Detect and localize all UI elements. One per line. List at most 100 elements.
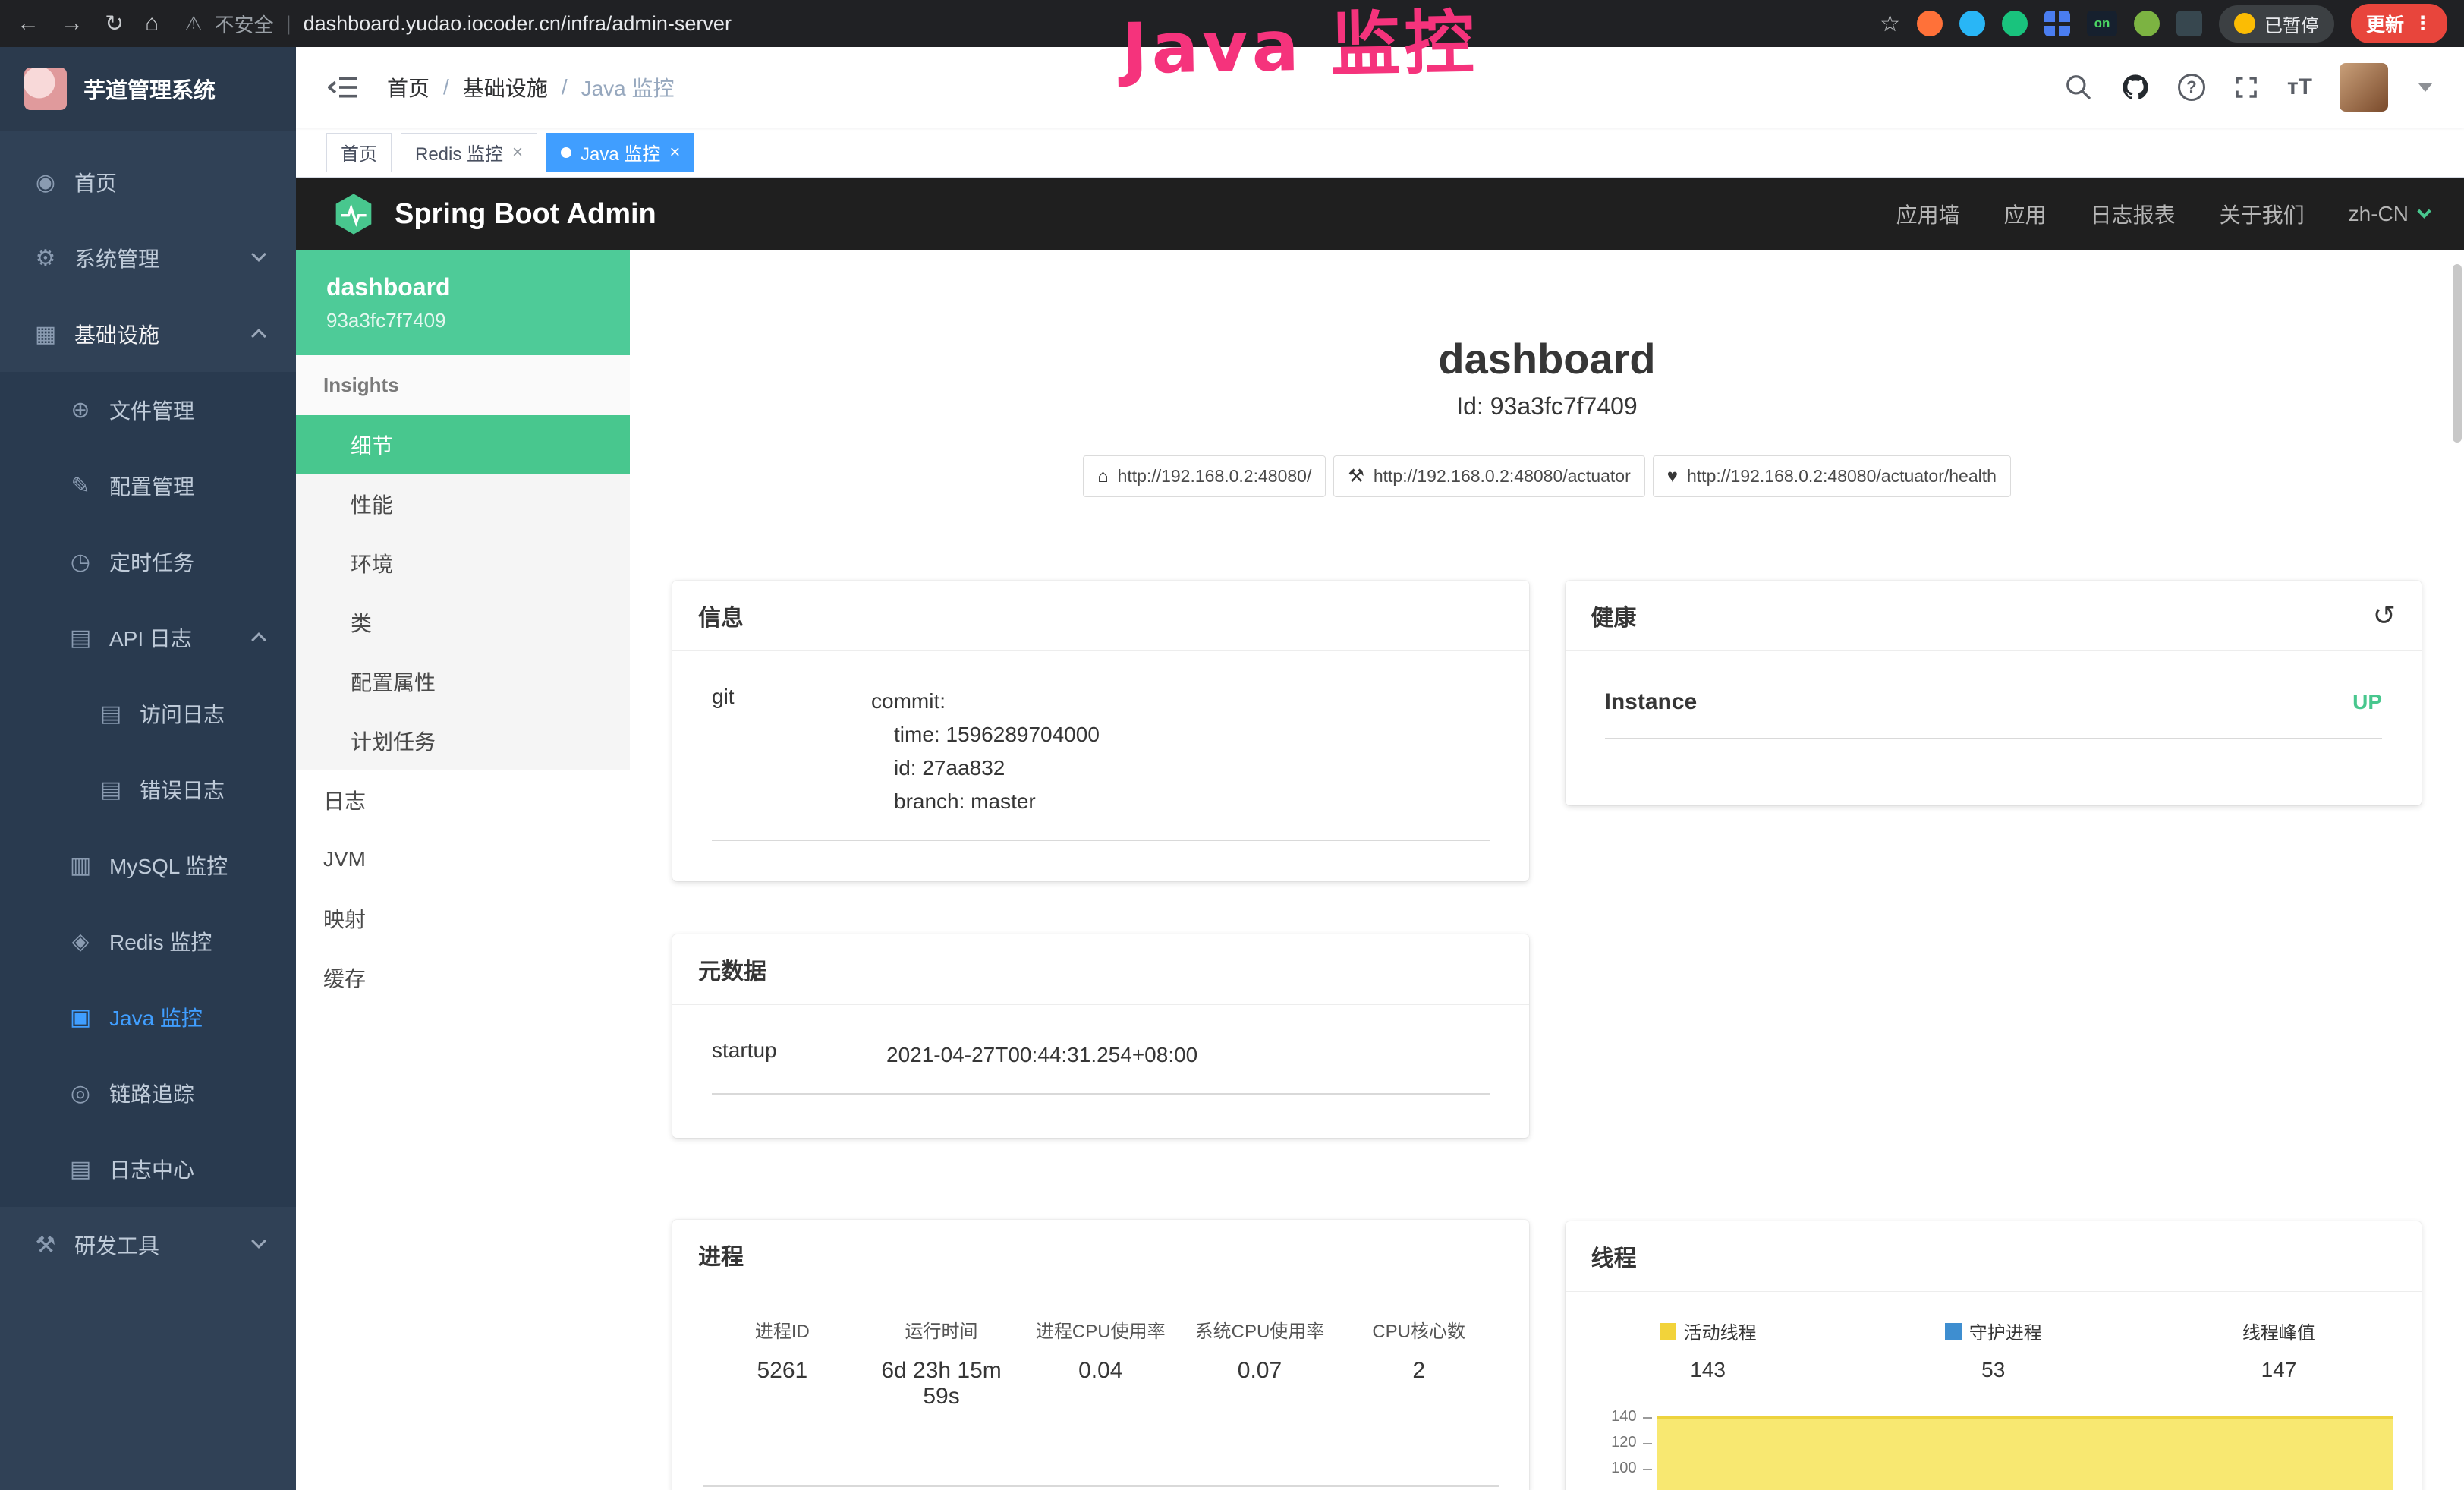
url-divider: | bbox=[286, 12, 291, 36]
fullscreen-icon[interactable] bbox=[2233, 74, 2260, 101]
health-url-link[interactable]: ♥ http://192.168.0.2:48080/actuator/heal… bbox=[1653, 455, 2011, 497]
close-icon[interactable]: × bbox=[669, 142, 680, 163]
history-icon[interactable]: ↺ bbox=[2373, 600, 2396, 632]
app-logo-avatar bbox=[24, 68, 67, 110]
legend-label: 线程峰值 bbox=[2242, 1318, 2315, 1344]
info-line: commit: bbox=[871, 685, 1100, 718]
sidebar-item-infrastructure[interactable]: ▦ 基础设施 bbox=[0, 296, 296, 372]
sba-item-details[interactable]: 细节 bbox=[296, 415, 630, 474]
sidebar-item-home[interactable]: ◉ 首页 bbox=[0, 144, 296, 220]
sba-item-config-props[interactable]: 配置属性 bbox=[296, 652, 630, 711]
sidebar-item-label: API 日志 bbox=[109, 622, 192, 653]
home-icon[interactable]: ⌂ bbox=[145, 11, 159, 36]
legend-live-threads: 活动线程 143 bbox=[1566, 1318, 1851, 1382]
locale-select[interactable]: zh-CN bbox=[2349, 202, 2429, 226]
threads-legend: 活动线程 143 守护进程 bbox=[1566, 1318, 2422, 1382]
tab-redis-monitor[interactable]: Redis 监控 × bbox=[401, 133, 537, 172]
sba-brand[interactable]: Spring Boot Admin bbox=[395, 198, 656, 231]
tools-icon: ⚒ bbox=[30, 1232, 61, 1258]
sidebar-item-log-center[interactable]: ▤ 日志中心 bbox=[0, 1131, 296, 1207]
smiley-icon bbox=[2234, 13, 2255, 34]
sidebar-item-java-monitor[interactable]: ▣ Java 监控 bbox=[0, 979, 296, 1055]
info-line: time: 1596289704000 bbox=[871, 718, 1100, 751]
back-icon[interactable]: ← bbox=[17, 11, 39, 36]
extension-icon-on-badge[interactable]: on bbox=[2087, 11, 2117, 36]
extension-icon-dark[interactable] bbox=[2176, 11, 2202, 36]
sidebar-item-api-logs[interactable]: ▤ API 日志 bbox=[0, 600, 296, 676]
sba-item-caches[interactable]: 缓存 bbox=[296, 948, 630, 1007]
instance-links: ⌂ http://192.168.0.2:48080/ ⚒ http://192… bbox=[672, 455, 2422, 497]
sidebar-item-dev-tools[interactable]: ⚒ 研发工具 bbox=[0, 1207, 296, 1283]
address-bar[interactable]: ⚠ 不安全 | dashboard.yudao.iocoder.cn/infra… bbox=[184, 10, 732, 38]
sidebar-item-label: 文件管理 bbox=[109, 395, 194, 425]
infrastructure-icon: ▦ bbox=[30, 321, 61, 348]
legend-value: 53 bbox=[1981, 1358, 2005, 1382]
link-url: http://192.168.0.2:48080/ bbox=[1118, 466, 1312, 487]
reload-icon[interactable]: ↻ bbox=[105, 11, 124, 37]
sba-item-jvm[interactable]: JVM bbox=[296, 830, 630, 889]
browser-menu-icon[interactable]: ⋮ bbox=[2413, 12, 2432, 35]
sba-nav-journal[interactable]: 日志报表 bbox=[2091, 199, 2176, 229]
sba-item-mappings[interactable]: 映射 bbox=[296, 889, 630, 948]
update-label: 更新 bbox=[2366, 10, 2404, 37]
avatar-caret-icon[interactable] bbox=[2418, 83, 2432, 92]
sba-item-logs[interactable]: 日志 bbox=[296, 770, 630, 830]
info-line: id: 27aa832 bbox=[871, 751, 1100, 785]
card-title: 进程 bbox=[698, 1238, 744, 1271]
sba-item-scheduled-tasks[interactable]: 计划任务 bbox=[296, 711, 630, 770]
info-card-body: git commit: time: 1596289704000 id: 27aa… bbox=[712, 651, 1490, 841]
tab-java-monitor[interactable]: Java 监控 × bbox=[546, 133, 694, 172]
extension-icon-orange[interactable] bbox=[1917, 11, 1943, 36]
sba-item-label: 日志 bbox=[323, 785, 366, 815]
sidebar-item-file-management[interactable]: ⊕ 文件管理 bbox=[0, 372, 296, 448]
avatar[interactable] bbox=[2340, 63, 2388, 112]
instance-url-link[interactable]: ⌂ http://192.168.0.2:48080/ bbox=[1083, 455, 1326, 497]
gear-icon: ⚙ bbox=[30, 245, 61, 272]
sidebar-item-access-logs[interactable]: ▤ 访问日志 bbox=[0, 676, 296, 751]
hamburger-icon[interactable] bbox=[328, 74, 358, 100]
metadata-key: startup bbox=[712, 1038, 886, 1072]
instance-header[interactable]: dashboard 93a3fc7f7409 bbox=[296, 250, 630, 355]
tab-home[interactable]: 首页 bbox=[326, 133, 392, 172]
sba-nav-applications[interactable]: 应用 bbox=[2004, 199, 2047, 229]
sidebar-item-link-tracing[interactable]: ◎ 链路追踪 bbox=[0, 1055, 296, 1131]
update-button[interactable]: 更新 ⋮ bbox=[2351, 4, 2447, 43]
extension-icon-grid[interactable] bbox=[2044, 11, 2070, 36]
help-icon[interactable]: ? bbox=[2178, 74, 2205, 101]
database-icon: ▥ bbox=[65, 852, 96, 879]
sidebar-item-scheduled-tasks[interactable]: ◷ 定时任务 bbox=[0, 524, 296, 600]
sidebar-item-config-management[interactable]: ✎ 配置管理 bbox=[0, 448, 296, 524]
font-size-icon[interactable]: тT bbox=[2287, 74, 2312, 100]
sba-item-metrics[interactable]: 性能 bbox=[296, 474, 630, 534]
paused-badge[interactable]: 已暂停 bbox=[2219, 5, 2334, 43]
sba-nav-about[interactable]: 关于我们 bbox=[2220, 199, 2305, 229]
extension-icon-drop[interactable] bbox=[1959, 11, 1985, 36]
sba-item-environment[interactable]: 环境 bbox=[296, 534, 630, 593]
sba-nav-wallboard[interactable]: 应用墙 bbox=[1896, 199, 1960, 229]
extension-icon-leaf[interactable] bbox=[2134, 11, 2160, 36]
breadcrumb-home[interactable]: 首页 bbox=[387, 72, 430, 102]
navbar-actions: ? тT bbox=[2064, 63, 2432, 112]
actuator-url-link[interactable]: ⚒ http://192.168.0.2:48080/actuator bbox=[1333, 455, 1644, 497]
chevron-down-icon bbox=[251, 247, 266, 262]
bookmark-star-icon[interactable]: ☆ bbox=[1880, 11, 1900, 37]
sidebar-item-error-logs[interactable]: ▤ 错误日志 bbox=[0, 751, 296, 827]
sidebar-item-redis-monitor[interactable]: ◈ Redis 监控 bbox=[0, 903, 296, 979]
sidebar-item-mysql-monitor[interactable]: ▥ MySQL 监控 bbox=[0, 827, 296, 903]
card-title: 元数据 bbox=[698, 953, 766, 986]
search-icon[interactable] bbox=[2064, 73, 2093, 102]
sba-item-classes[interactable]: 类 bbox=[296, 593, 630, 652]
forward-icon[interactable]: → bbox=[61, 11, 83, 36]
live-threads-area bbox=[1657, 1416, 2393, 1490]
sidebar-item-system-management[interactable]: ⚙ 系统管理 bbox=[0, 220, 296, 296]
scrollbar[interactable] bbox=[2453, 264, 2462, 443]
instance-id: 93a3fc7f7409 bbox=[326, 309, 599, 332]
spring-boot-admin: Spring Boot Admin 应用墙 应用 日志报表 关于我们 zh-CN bbox=[296, 178, 2464, 1490]
breadcrumb-separator: / bbox=[562, 75, 568, 99]
file-icon: ⊕ bbox=[65, 397, 96, 424]
github-icon[interactable] bbox=[2120, 72, 2151, 102]
stat-value: 0.04 bbox=[1021, 1358, 1180, 1384]
breadcrumb-infrastructure[interactable]: 基础设施 bbox=[463, 72, 548, 102]
close-icon[interactable]: × bbox=[512, 142, 523, 163]
extension-icon-green[interactable] bbox=[2002, 11, 2028, 36]
